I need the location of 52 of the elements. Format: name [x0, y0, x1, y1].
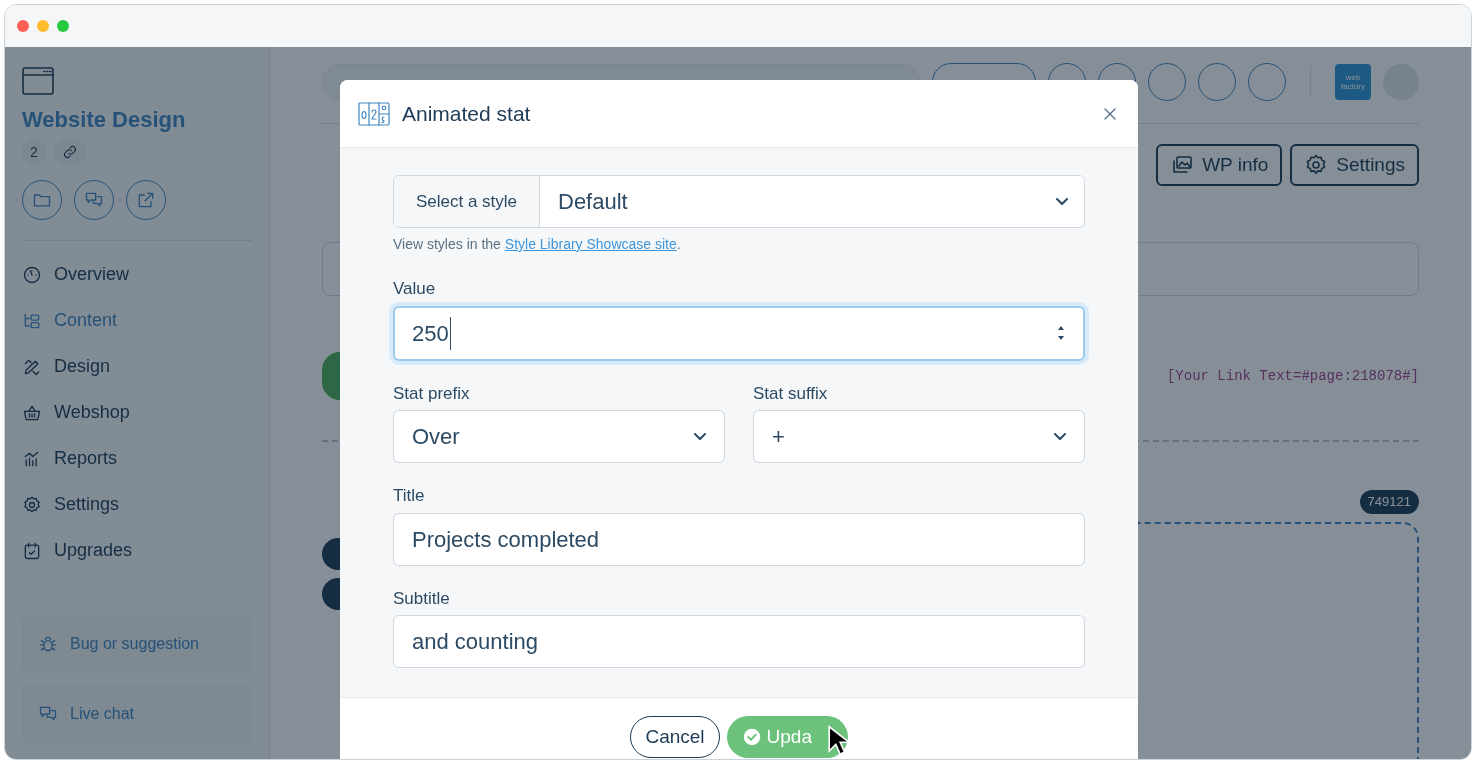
field-label: Subtitle: [393, 587, 451, 610]
select-value: Default: [557, 188, 629, 216]
settings-icon: [22, 494, 42, 515]
update-button[interactable]: Upda: [726, 716, 848, 758]
site-title: Website Design: [22, 106, 187, 134]
input-value: and counting: [412, 628, 538, 656]
block-id-badge: 749121: [1359, 490, 1419, 514]
input-value: 250: [412, 316, 451, 350]
nav-item[interactable]: Reports: [22, 445, 252, 472]
toolbar-button[interactable]: Settings: [1290, 144, 1419, 186]
link-icon: [61, 144, 78, 160]
style-select[interactable]: Select a style Default: [393, 175, 1085, 228]
chevron-down-icon: [694, 433, 706, 440]
input-value: Projects completed: [412, 525, 600, 554]
gauge-icon: [22, 264, 42, 285]
field-label: Stat prefix: [393, 382, 471, 405]
shortcode-text: [Your Link Text=#page:218078#]: [1166, 366, 1419, 386]
calendar-check-icon: [22, 540, 42, 561]
subtitle-input[interactable]: and counting: [393, 615, 1085, 668]
nav-item[interactable]: Design: [22, 353, 252, 380]
nav-item[interactable]: Settings: [22, 491, 252, 518]
nav-item[interactable]: Overview: [22, 261, 252, 288]
cancel-button[interactable]: Cancel: [630, 716, 720, 758]
showcase-link[interactable]: Style Library Showcase site: [504, 236, 677, 252]
select-value: +: [772, 423, 785, 451]
nav-item[interactable]: Content: [22, 307, 252, 334]
chevron-down-icon: [1056, 198, 1068, 205]
browser-window-icon: [22, 67, 54, 95]
counter-icon: [358, 101, 390, 126]
prefix-select[interactable]: Over: [393, 410, 725, 463]
nav-item[interactable]: Upgrades: [22, 537, 252, 564]
chevron-down-icon: [1054, 433, 1066, 440]
field-label: Value: [393, 278, 437, 300]
dialog-title: Animated stat: [402, 100, 531, 127]
support-button[interactable]: Live chat: [22, 685, 252, 743]
title-input[interactable]: Projects completed: [393, 512, 1085, 566]
support-button[interactable]: Bug or suggestion: [22, 615, 252, 673]
nav-item[interactable]: Webshop: [22, 399, 252, 426]
logo: web factory: [1335, 64, 1371, 100]
check-circle-icon: [742, 728, 761, 746]
suffix-select[interactable]: +: [753, 410, 1085, 463]
select-prefix: Select a style: [394, 176, 540, 227]
toolbar-button[interactable]: WP info: [1156, 144, 1283, 186]
select-value: Over: [412, 423, 460, 451]
hint-text: View styles in the Style Library Showcase site.: [393, 235, 682, 254]
count-badge: 2: [22, 140, 46, 164]
mouse-pointer-icon: [827, 724, 849, 756]
field-label: Stat suffix: [753, 382, 829, 405]
link-badge[interactable]: [53, 140, 86, 164]
field-label: Title: [393, 485, 426, 507]
bug-icon: [38, 634, 58, 654]
external-link-icon: [136, 190, 156, 210]
